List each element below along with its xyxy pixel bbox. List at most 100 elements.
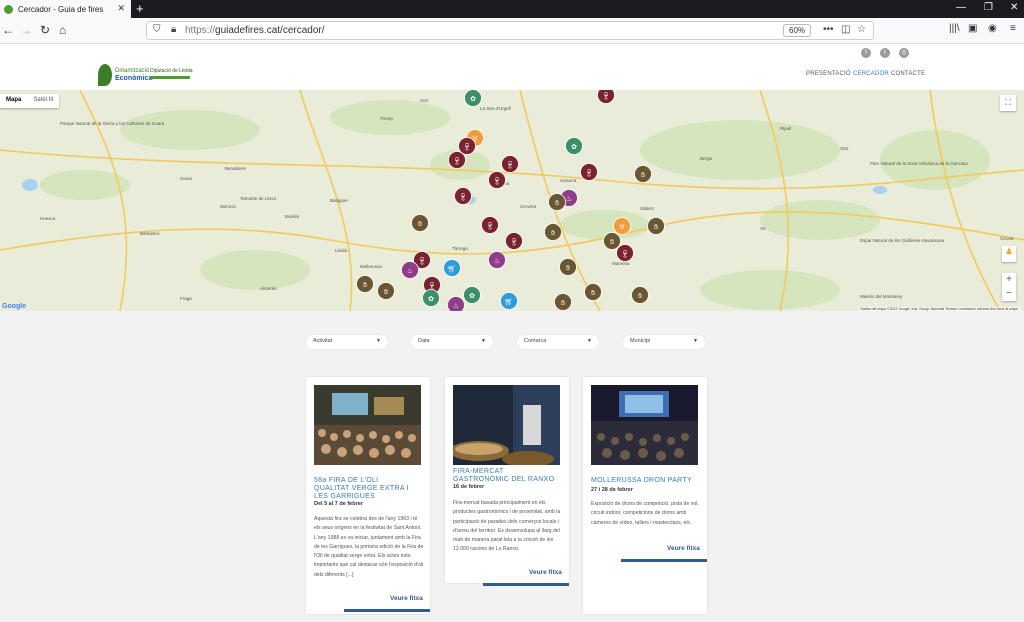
cart-icon: 🛒︎ <box>448 265 457 273</box>
home-icon[interactable]: ⌂ <box>59 23 66 37</box>
logo-line1: Dinamització <box>115 68 150 74</box>
library-icon[interactable]: |||\ <box>949 23 960 34</box>
event-date: 16 de febrer <box>453 484 485 490</box>
plant-icon: ✿ <box>428 295 434 303</box>
site-logo[interactable]: Dinamització Econòmica <box>98 64 152 86</box>
event-title[interactable]: MOLLERUSSA DRON PARTY <box>591 477 699 485</box>
map-place-label: La Seu d'Urgell <box>480 106 511 111</box>
food-icon: ♨︎ <box>407 267 413 275</box>
leaf-logo-icon <box>98 64 112 86</box>
twitter-icon[interactable]: t <box>880 48 890 58</box>
diputacio-logo[interactable]: Diputació de Lleida <box>150 68 193 79</box>
plant-icon: ✿ <box>469 292 475 300</box>
back-icon[interactable]: ← <box>2 23 14 37</box>
terrain-area <box>700 270 840 310</box>
tab-map[interactable]: Mapa <box>0 94 27 108</box>
map-canvas[interactable]: Parque Natural de la Sierra y los Cañone… <box>0 90 1024 311</box>
food-icon: ♨︎ <box>494 257 500 265</box>
map-place-label: Sallent <box>640 206 655 211</box>
map-attribution[interactable]: Dades del mapa ©2021 Google, Inst. Geogr… <box>858 307 1020 311</box>
hand-icon: ✋︎ <box>561 299 565 307</box>
filter-comarca[interactable]: Comarca ▼ <box>517 335 599 349</box>
event-date: Del 5 al 7 de febrer <box>314 501 363 507</box>
event-card: FIRA-MERCAT GASTRONÒMIC DEL RANXO 16 de … <box>445 377 569 586</box>
chevron-down-icon: ▼ <box>481 338 486 344</box>
view-details-link[interactable]: Veure fitxa <box>529 569 562 576</box>
wine-icon: 🍷︎ <box>463 142 472 151</box>
google-logo[interactable]: Google <box>2 303 26 310</box>
menu-icon[interactable]: ≡ <box>1010 23 1016 34</box>
water-body <box>873 186 887 194</box>
lock-icon[interactable]: 🔒︎ <box>171 24 176 35</box>
tab-satellite[interactable]: Satèl·lit <box>27 94 59 108</box>
hand-icon: ✋︎ <box>551 229 555 237</box>
menu-cercador[interactable]: CERCADOR <box>853 71 889 77</box>
pocket-icon[interactable]: ◫ <box>841 24 850 35</box>
minimize-icon[interactable]: — <box>956 2 966 13</box>
diputacio-title: Diputació de Lleida <box>150 68 193 74</box>
wine-icon: 🍷︎ <box>506 160 515 169</box>
terrain-area <box>880 130 990 190</box>
view-details-link[interactable]: Veure fitxa <box>667 545 700 552</box>
map-view[interactable]: Parque Natural de la Sierra y los Cañone… <box>0 90 1024 311</box>
browser-tab-bar: Cercador - Guia de fires ✕ + — ❐ ✕ <box>0 0 1024 18</box>
event-photo[interactable] <box>314 385 421 465</box>
food-icon: ♨︎ <box>566 195 572 203</box>
zoom-in-icon[interactable]: + <box>1002 273 1016 287</box>
shield-icon[interactable]: ⛉ <box>153 24 161 35</box>
event-photo[interactable] <box>591 385 698 465</box>
map-place-label: Berga <box>700 156 713 161</box>
cow-icon: ♉︎ <box>619 223 625 231</box>
filter-activitat[interactable]: Activitat ▼ <box>306 335 388 349</box>
hand-icon: ✋︎ <box>638 292 642 300</box>
terrain-area <box>200 250 310 290</box>
menu-contacte[interactable]: CONTACTE <box>891 71 925 77</box>
food-icon: ♨︎ <box>453 302 459 310</box>
wine-icon: 🍷︎ <box>428 281 437 290</box>
view-details-link[interactable]: Veure fitxa <box>390 595 423 602</box>
window-close-icon[interactable]: ✕ <box>1010 2 1018 13</box>
close-tab-icon[interactable]: ✕ <box>117 3 125 14</box>
instagram-icon[interactable]: ◎ <box>899 48 909 58</box>
street-view-icon[interactable]: ♟ <box>1002 246 1016 262</box>
zoom-level[interactable]: 60% <box>783 24 812 37</box>
zoom-out-icon[interactable]: − <box>1002 287 1016 301</box>
wine-icon: 🍷︎ <box>510 237 519 246</box>
sidebar-icon[interactable]: ▣ <box>968 23 977 34</box>
hand-icon: ✋︎ <box>384 288 388 296</box>
event-title[interactable]: 58a FIRA DE L'OLI QUALITAT VERGE EXTRA I… <box>314 477 414 501</box>
bookmark-star-icon[interactable]: ☆ <box>857 24 866 35</box>
fullscreen-icon[interactable]: ⛶ <box>1000 95 1016 111</box>
map-place-label: Fraga <box>180 296 192 301</box>
filter-municipi[interactable]: Municipi ▼ <box>623 335 705 349</box>
map-place-label: Alcarràs <box>260 286 277 291</box>
page-actions-icon[interactable]: ••• <box>823 24 834 35</box>
terrain-area <box>760 200 880 240</box>
menu-presentacio[interactable]: PRESENTACIÓ <box>806 71 851 77</box>
hand-icon: ✋︎ <box>591 289 595 297</box>
wine-icon: 🍷︎ <box>418 256 427 265</box>
map-place-label: Cervera <box>520 204 537 209</box>
reload-icon[interactable]: ↻ <box>40 23 50 37</box>
map-place-label: Tamarite de Litera <box>240 196 277 201</box>
url-bar[interactable]: ⛉ 🔒︎ https://guiadefires.cat/cercador/ 6… <box>146 21 874 40</box>
maximize-icon[interactable]: ❐ <box>984 2 993 13</box>
map-place-label: Sort <box>420 98 429 103</box>
map-place-label: Barbastro <box>140 231 160 236</box>
account-icon[interactable]: ◉ <box>988 23 997 34</box>
browser-tab[interactable]: Cercador - Guia de fires ✕ <box>0 0 131 18</box>
facebook-icon[interactable]: f <box>861 48 871 58</box>
filter-data[interactable]: Data ▼ <box>411 335 493 349</box>
map-place-label: Parque Natural de la Sierra y los Cañone… <box>60 121 165 126</box>
event-title[interactable]: FIRA-MERCAT GASTRONÒMIC DEL RANXO <box>453 468 561 484</box>
chevron-down-icon: ▼ <box>587 338 592 344</box>
event-photo[interactable] <box>453 385 560 465</box>
new-tab-icon[interactable]: + <box>136 1 144 16</box>
hand-icon: ✋︎ <box>566 264 570 272</box>
wine-icon: 🍷︎ <box>459 192 468 201</box>
forward-icon[interactable]: → <box>20 23 32 37</box>
map-place-label: Manresa <box>612 261 630 266</box>
wine-icon: 🍷︎ <box>486 221 495 230</box>
map-place-label: Binéfar <box>285 214 300 219</box>
hand-icon: ✋︎ <box>641 171 645 179</box>
